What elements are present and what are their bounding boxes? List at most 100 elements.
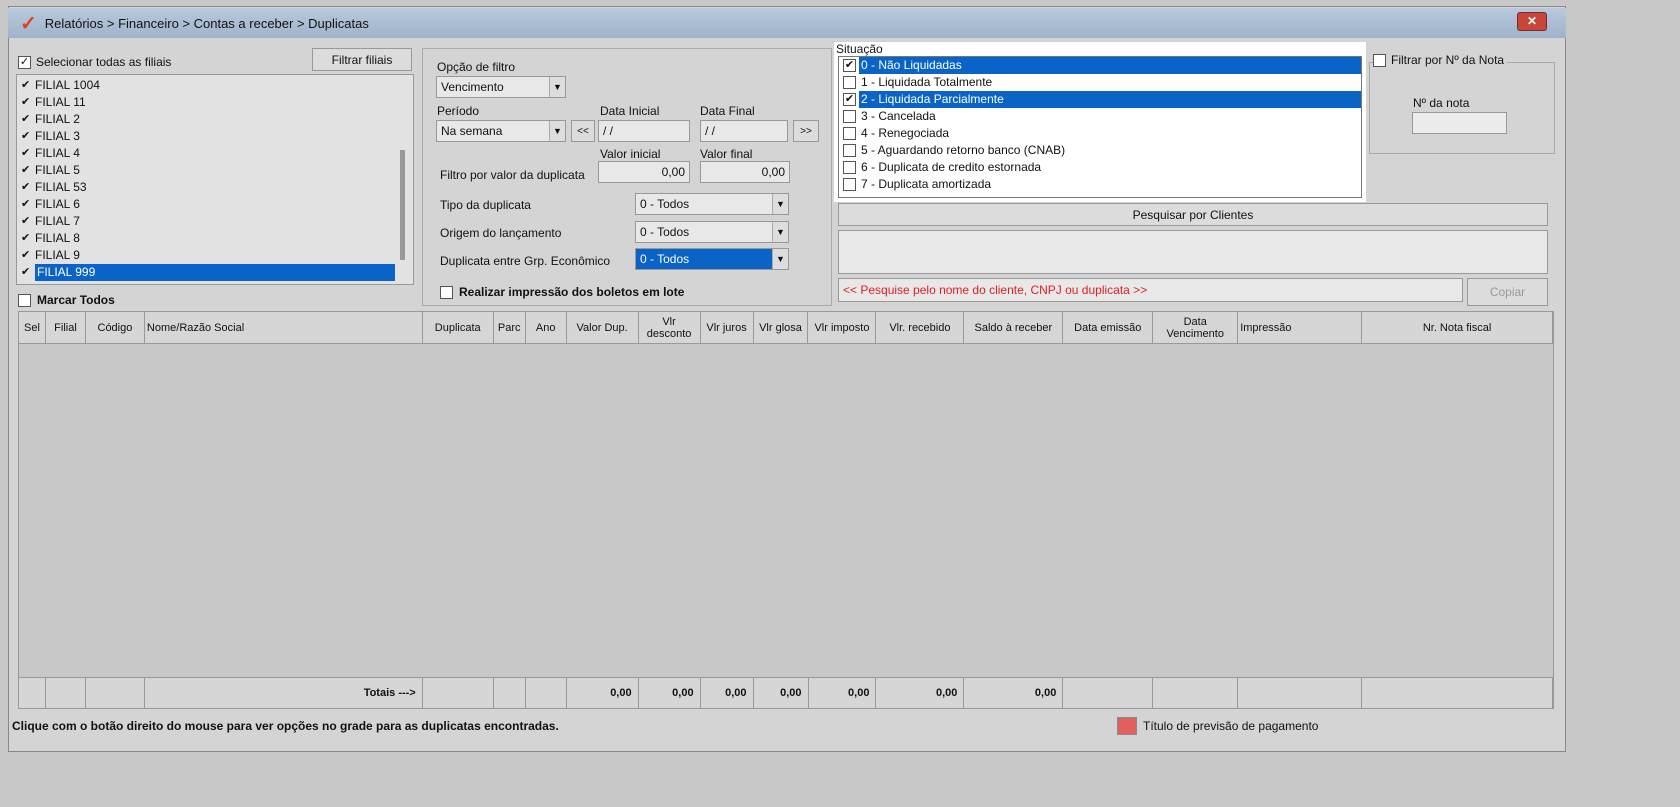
- situacao-item[interactable]: ✔ 0 - Não Liquidadas: [839, 57, 1361, 74]
- tipo-select[interactable]: 0 - Todos ▼: [635, 193, 789, 215]
- clientes-textarea[interactable]: [838, 230, 1548, 274]
- filial-label: FILIAL 8: [35, 231, 80, 245]
- filiais-scrollbar[interactable]: [400, 150, 405, 260]
- filial-item[interactable]: ✔ FILIAL 7: [17, 213, 395, 230]
- next-period-button[interactable]: >>: [793, 120, 819, 142]
- check-icon: ✔: [21, 215, 31, 227]
- periodo-select[interactable]: Na semana ▼: [436, 120, 566, 142]
- marcar-todos[interactable]: Marcar Todos: [18, 293, 115, 307]
- filiais-list[interactable]: ✔ FILIAL 1004 ✔ FILIAL 11 ✔ FILIAL 2 ✔ FILIAL 3…: [16, 74, 414, 285]
- column-header[interactable]: Impressão: [1238, 312, 1363, 343]
- column-header[interactable]: Data emissão: [1063, 312, 1154, 343]
- chevron-down-icon: ▼: [549, 121, 565, 141]
- filtrar-filiais-button[interactable]: Filtrar filiais: [312, 48, 412, 71]
- situacao-panel: Situação ✔ 0 - Não Liquidadas 1 - Liquidad…: [834, 42, 1366, 202]
- tipo-label: Tipo da duplicata: [440, 198, 531, 212]
- total-cell: 0,00: [754, 678, 809, 708]
- filial-label: FILIAL 1004: [35, 78, 100, 92]
- previous-period-button[interactable]: <<: [571, 120, 595, 142]
- copiar-button[interactable]: Copiar: [1467, 278, 1548, 306]
- column-header[interactable]: Saldo à receber: [964, 312, 1064, 343]
- opcao-filtro-label: Opção de filtro: [437, 60, 516, 74]
- total-cell: Totais --->: [145, 678, 423, 708]
- total-cell: 0,00: [876, 678, 965, 708]
- opcao-filtro-select[interactable]: Vencimento ▼: [436, 76, 566, 98]
- data-final-input[interactable]: / /: [700, 120, 788, 142]
- situacao-item[interactable]: 3 - Cancelada: [839, 108, 1361, 125]
- grupo-select[interactable]: 0 - Todos ▼: [635, 248, 789, 270]
- filial-item[interactable]: ✔ FILIAL 999: [17, 264, 395, 281]
- boletos-lote[interactable]: Realizar impressão dos boletos em lote: [440, 285, 684, 299]
- situacao-label: 6 - Duplicata de credito estornada: [861, 160, 1042, 174]
- situacao-label: 5 - Aguardando retorno banco (CNAB): [861, 143, 1066, 157]
- filial-item[interactable]: ✔ FILIAL 2: [17, 111, 395, 128]
- filial-item[interactable]: ✔ FILIAL 9: [17, 247, 395, 264]
- total-cell: 0,00: [701, 678, 754, 708]
- situacao-item[interactable]: 5 - Aguardando retorno banco (CNAB): [839, 142, 1361, 159]
- origem-label: Origem do lançamento: [440, 226, 562, 240]
- filial-item[interactable]: ✔ FILIAL 3: [17, 128, 395, 145]
- select-all-checkbox[interactable]: ✓: [18, 55, 31, 69]
- filial-item[interactable]: ✔ FILIAL 1004: [17, 77, 395, 94]
- column-header[interactable]: Nr. Nota fiscal: [1362, 312, 1553, 343]
- pesquisar-clientes-button[interactable]: Pesquisar por Clientes: [838, 203, 1548, 226]
- filial-item[interactable]: ✔ FILIAL 53: [17, 179, 395, 196]
- situacao-label: 3 - Cancelada: [861, 109, 936, 123]
- origem-select[interactable]: 0 - Todos ▼: [635, 221, 789, 243]
- valor-filter-label: Filtro por valor da duplicata: [440, 168, 585, 182]
- column-header[interactable]: Vlr imposto: [808, 312, 877, 343]
- situacao-checkbox[interactable]: [843, 76, 856, 89]
- check-icon: ✔: [21, 147, 31, 159]
- column-header[interactable]: Ano: [526, 312, 567, 343]
- duplicatas-grid[interactable]: Sel Filial Código Nome/Razão Social Duplicat…: [18, 311, 1554, 709]
- situacao-label: 4 - Renegociada: [861, 126, 950, 140]
- data-inicial-input[interactable]: / /: [598, 120, 690, 142]
- filial-item[interactable]: ✔ FILIAL 4: [17, 145, 395, 162]
- situacao-checkbox[interactable]: [843, 110, 856, 123]
- column-header[interactable]: Vlr glosa: [754, 312, 809, 343]
- column-header[interactable]: Nome/Razão Social: [145, 312, 423, 343]
- situacao-item[interactable]: 7 - Duplicata amortizada: [839, 176, 1361, 193]
- column-header[interactable]: Vlr desconto: [639, 312, 701, 343]
- valor-final-input[interactable]: 0,00: [700, 161, 790, 183]
- situacao-checkbox[interactable]: ✔: [843, 93, 856, 106]
- column-header[interactable]: Código: [86, 312, 145, 343]
- total-cell: [526, 678, 567, 708]
- nota-input[interactable]: [1412, 112, 1507, 134]
- situacao-checkbox[interactable]: [843, 127, 856, 140]
- filtrar-nota[interactable]: Filtrar por Nº da Nota: [1373, 53, 1508, 67]
- situacao-item[interactable]: 4 - Renegociada: [839, 125, 1361, 142]
- column-header[interactable]: Duplicata: [423, 312, 494, 343]
- column-header[interactable]: Parc: [494, 312, 526, 343]
- situacao-checkbox[interactable]: [843, 161, 856, 174]
- column-header[interactable]: Filial: [46, 312, 86, 343]
- column-header[interactable]: Sel: [19, 312, 46, 343]
- situacao-checkbox[interactable]: [843, 178, 856, 191]
- situacao-checkbox[interactable]: ✔: [843, 59, 856, 72]
- filial-item[interactable]: ✔ FILIAL 8: [17, 230, 395, 247]
- situacao-item[interactable]: 6 - Duplicata de credito estornada: [839, 159, 1361, 176]
- filtrar-nota-checkbox[interactable]: [1373, 53, 1386, 67]
- column-header[interactable]: Vlr. recebido: [876, 312, 965, 343]
- filial-item[interactable]: ✔ FILIAL 5: [17, 162, 395, 179]
- clientes-search-input[interactable]: << Pesquise pelo nome do cliente, CNPJ o…: [838, 278, 1463, 302]
- filial-item[interactable]: ✔ FILIAL 6: [17, 196, 395, 213]
- origem-value: 0 - Todos: [640, 225, 690, 239]
- marcar-todos-checkbox[interactable]: [18, 293, 31, 307]
- check-icon: ✔: [21, 266, 31, 278]
- close-button[interactable]: ✕: [1517, 12, 1547, 31]
- situacao-checkbox[interactable]: [843, 144, 856, 157]
- filial-label: FILIAL 2: [35, 112, 80, 126]
- filial-item[interactable]: ✔ FILIAL 11: [17, 94, 395, 111]
- column-header[interactable]: Vlr juros: [701, 312, 754, 343]
- column-header[interactable]: Valor Dup.: [567, 312, 639, 343]
- check-icon: ✔: [21, 96, 31, 108]
- periodo-value: Na semana: [441, 124, 503, 138]
- column-header[interactable]: Data Vencimento: [1153, 312, 1239, 343]
- select-all-filiais[interactable]: ✓ Selecionar todas as filiais: [18, 55, 171, 69]
- situacao-item[interactable]: 1 - Liquidada Totalmente: [839, 74, 1361, 91]
- check-icon: ✔: [21, 130, 31, 142]
- boletos-lote-checkbox[interactable]: [440, 285, 453, 299]
- situacao-item[interactable]: ✔ 2 - Liquidada Parcialmente: [839, 91, 1361, 108]
- valor-inicial-input[interactable]: 0,00: [598, 161, 690, 183]
